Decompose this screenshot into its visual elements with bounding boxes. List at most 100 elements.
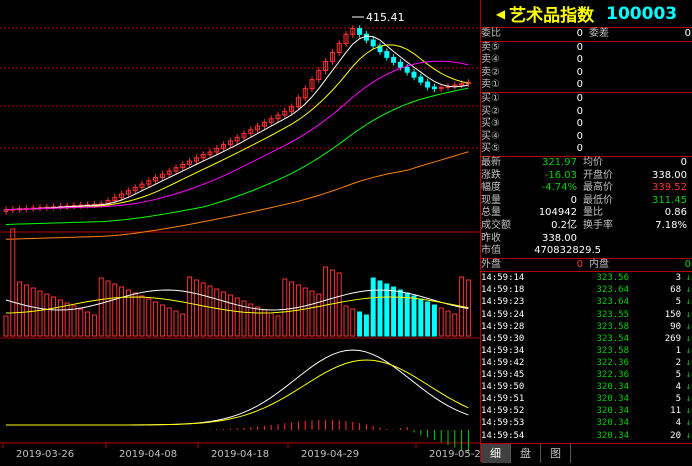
sell-order-row: 卖⑤ 0 [481, 42, 692, 55]
tick-row: 14:59:54 320.34 20 ↓ [481, 430, 692, 442]
wb-value: 0 [576, 28, 583, 39]
stock-name: 艺术品指数 [509, 6, 595, 26]
tick-price: 323.55 [596, 309, 629, 320]
total-label: 总量 [481, 207, 501, 219]
volume-bar [302, 287, 308, 337]
candle-body [425, 81, 431, 88]
tick-price: 322.36 [596, 370, 629, 381]
date-label: 2019-04-29 [301, 449, 359, 460]
sell-order-row: 卖④ 0 [481, 54, 692, 67]
kline-chart-svg[interactable]: 415.41 2019-03-26 2019-04-08 2019-04-18 2019… [0, 0, 480, 462]
tick-price: 323.58 [596, 321, 629, 332]
tick-list[interactable]: 14:59:14 323.56 3 ↓ 14:59:18 323.64 68 ↓ 14:59:2… [481, 272, 692, 466]
ratio-label: 量比 [583, 207, 603, 219]
volume-bar [146, 298, 152, 337]
volume-bar [445, 310, 451, 337]
candle-body [397, 61, 403, 68]
tick-price: 323.58 [596, 345, 629, 356]
sell-order-label: 卖① [481, 79, 500, 91]
volume-bar [173, 310, 179, 337]
buy-order-label: 买④ [481, 130, 500, 142]
tick-time: 14:59:18 [481, 285, 525, 296]
volume-bar [248, 303, 254, 337]
buy-order-label: 买① [481, 92, 500, 104]
tick-row: 14:59:50 320.34 4 ↓ [481, 381, 692, 393]
tick-row: 14:59:52 320.34 11 ↓ [481, 405, 692, 417]
tick-volume: 4 [675, 418, 681, 429]
turnover-value: 7.18% [655, 219, 687, 231]
tick-time: 14:59:23 [481, 297, 525, 308]
candle-body [418, 76, 424, 83]
candle-body [431, 86, 437, 90]
tick-price: 323.64 [596, 297, 629, 308]
out-disk-value: 0 [576, 258, 583, 270]
volume-bar [37, 290, 43, 337]
tick-time: 14:59:24 [481, 309, 525, 320]
avg-label: 均价 [583, 156, 603, 168]
buy-order-row: 买④ 0 [481, 131, 692, 144]
buy-orders-section: 买① 0 买② 0 买③ 0 买④ 0 买⑤ 0 [481, 93, 692, 157]
volume-bar [30, 287, 36, 337]
tick-volume: 11 [670, 406, 681, 417]
disk-section: 外盘 0 内盘 0 [481, 259, 692, 273]
volume-bar [275, 315, 281, 337]
candle-body [411, 71, 417, 78]
prev-stock-icon[interactable]: ◀ [496, 7, 505, 21]
volume-bar [3, 315, 9, 337]
pct-label: 幅度 [481, 182, 501, 194]
in-disk-label: 内盘 [589, 258, 609, 270]
volume-bar [17, 281, 23, 337]
tick-volume: 20 [670, 430, 681, 441]
tick-volume: 2 [675, 357, 681, 368]
buy-order-value: 0 [576, 92, 583, 104]
peak-price-label: 415.41 [366, 11, 405, 24]
panel-tabs: 细盘图 [481, 443, 692, 463]
tick-volume: 269 [664, 333, 681, 344]
macd-dif-line [6, 349, 469, 426]
sell-orders-section: 卖⑤ 0 卖④ 0 卖② 0 卖① 0 [481, 42, 692, 93]
tick-price: 323.56 [596, 273, 629, 284]
volume-bar [431, 304, 437, 337]
sell-order-row: 卖① 0 [481, 79, 692, 92]
sell-order-label: 卖⑤ [481, 41, 500, 53]
tab-1[interactable]: 盘 [511, 444, 541, 463]
tick-price: 320.34 [596, 418, 629, 429]
high-value: 339.52 [652, 182, 687, 194]
down-arrow-icon: ↓ [685, 370, 691, 381]
tab-2[interactable]: 图 [541, 444, 571, 463]
mktcap-label: 市值 [481, 245, 501, 257]
prev-close-value: 338.00 [542, 232, 577, 244]
sell-order-value: 0 [576, 54, 583, 66]
amount-label: 成交额 [481, 219, 511, 231]
date-label: 2019-04-08 [119, 449, 177, 460]
volume-bar [71, 305, 77, 337]
volume-bar [57, 299, 63, 337]
sell-order-value: 0 [576, 41, 583, 53]
buy-order-label: 买② [481, 105, 500, 117]
volume-bar [200, 282, 206, 337]
low-label: 最低价 [583, 194, 613, 206]
tick-price: 320.34 [596, 394, 629, 405]
tick-row: 14:59:18 323.64 68 ↓ [481, 284, 692, 296]
change-value: -16.03 [544, 169, 577, 181]
down-arrow-icon: ↓ [685, 430, 691, 441]
candle-body [404, 66, 410, 73]
candle-body [363, 33, 369, 41]
total-value: 104942 [538, 207, 577, 219]
tab-0[interactable]: 细 [481, 444, 511, 463]
date-label: 2019-04-18 [211, 449, 269, 460]
volume-bar [391, 286, 397, 337]
tick-time: 14:59:54 [481, 430, 525, 441]
buy-order-row: 买② 0 [481, 106, 692, 119]
buy-order-value: 0 [576, 105, 583, 117]
tick-time: 14:59:14 [481, 273, 525, 284]
candle-body [384, 51, 390, 58]
tick-time: 14:59:52 [481, 406, 525, 417]
buy-order-value: 0 [576, 118, 583, 130]
volume-bar [139, 295, 145, 337]
volume-bar [98, 277, 104, 337]
buy-order-row: 买① 0 [481, 93, 692, 106]
tick-price: 322.36 [596, 357, 629, 368]
kline-chart-area[interactable]: 415.41 2019-03-26 2019-04-08 2019-04-18 2019… [0, 0, 480, 462]
volume-bar [91, 314, 97, 337]
